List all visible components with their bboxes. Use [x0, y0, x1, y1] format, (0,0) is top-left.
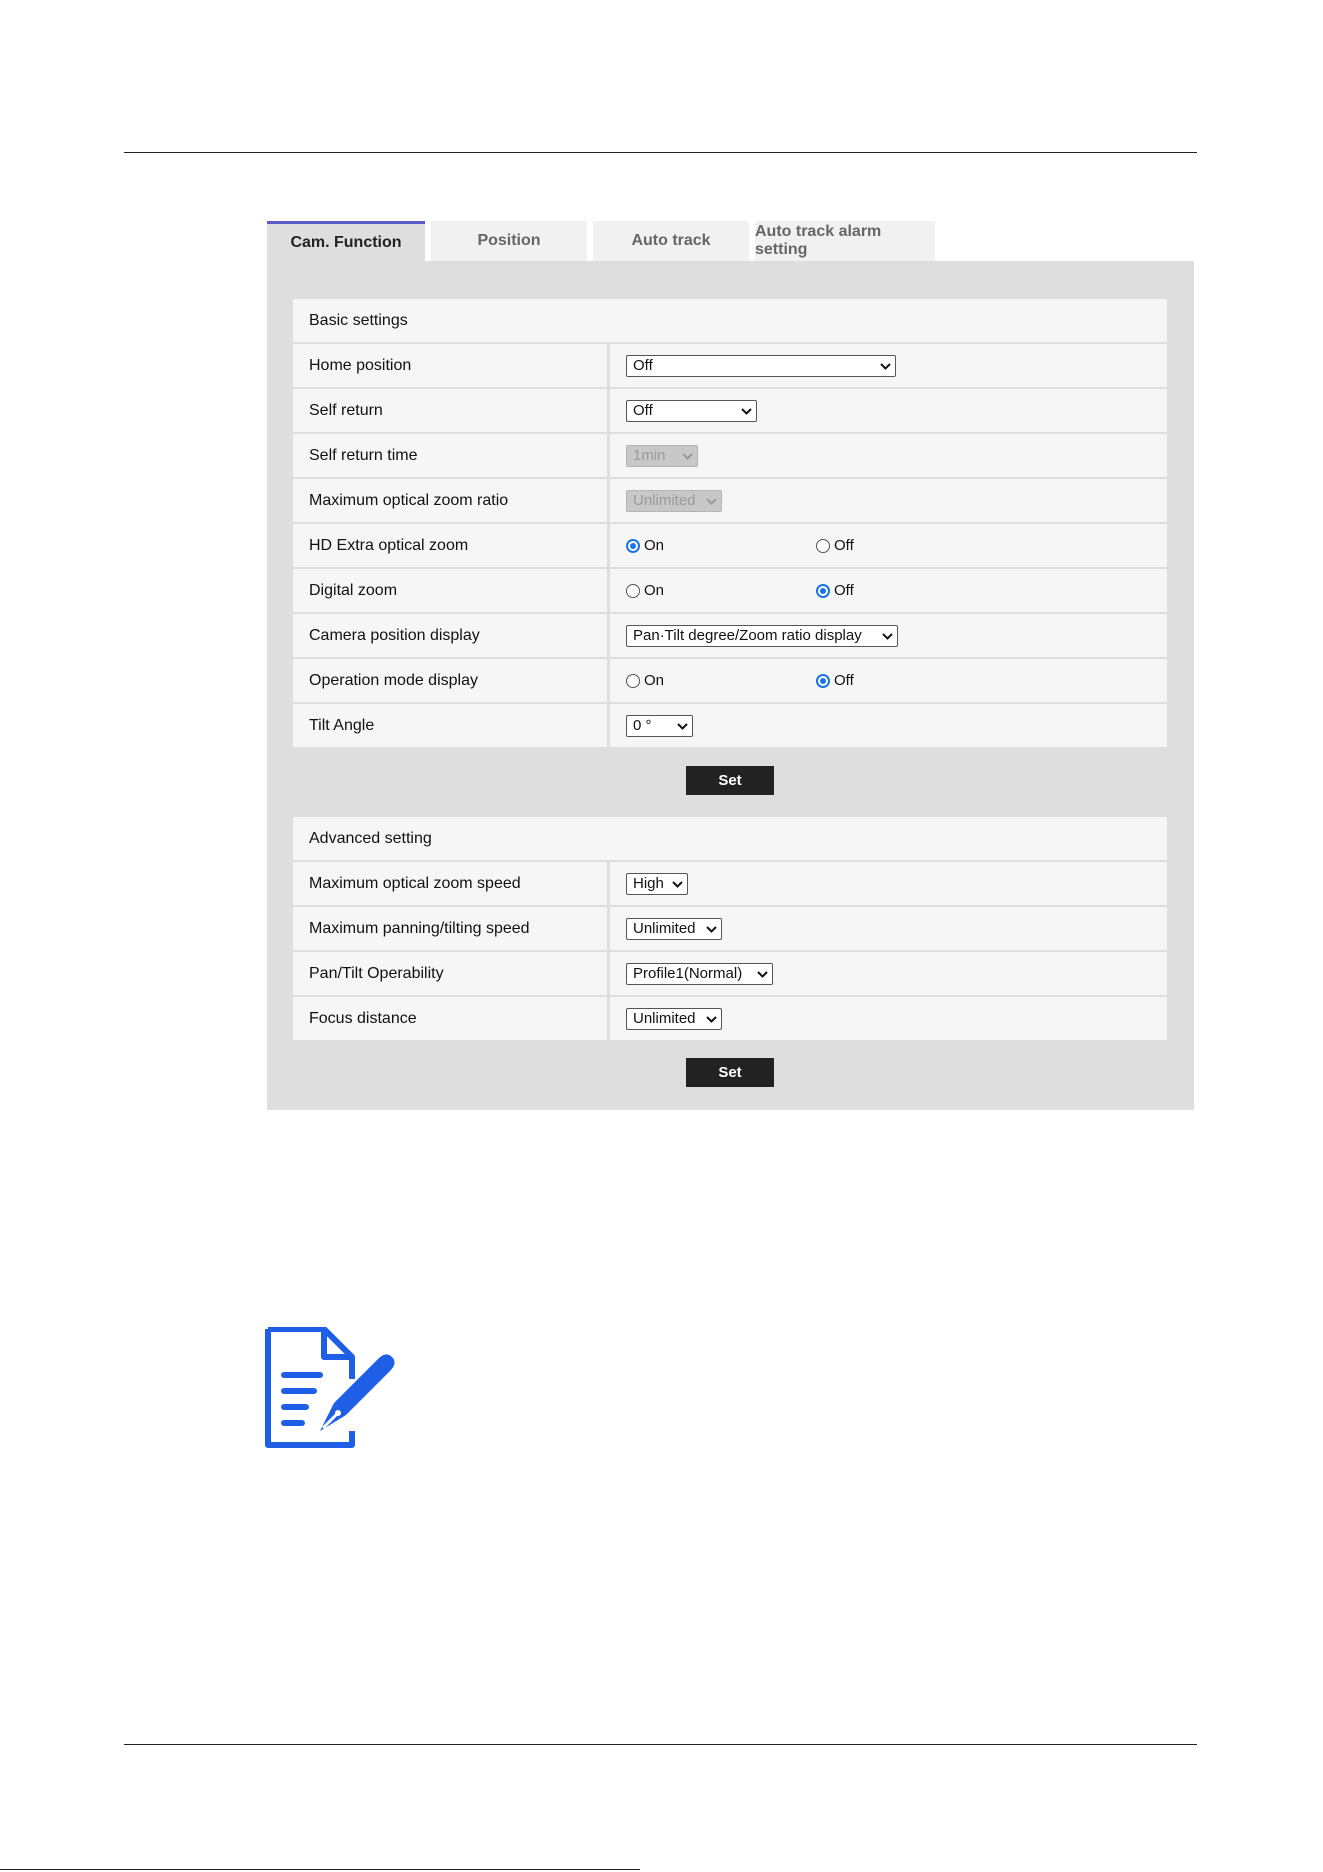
- row-max-optical-zoom-ratio: Maximum optical zoom ratio Unlimited: [293, 479, 1167, 522]
- chevron-down-icon: [757, 970, 768, 978]
- self-return-select[interactable]: Off: [626, 399, 757, 422]
- operation-mode-display-label: Operation mode display: [293, 659, 607, 702]
- row-camera-position-display: Camera position display Pan·Tilt degree/…: [293, 614, 1167, 657]
- tab-auto-track-alarm-setting[interactable]: Auto track alarm setting: [755, 221, 935, 261]
- row-pan-tilt-operability: Pan/Tilt Operability Profile1(Normal): [293, 952, 1167, 995]
- radio-button-selected[interactable]: [816, 583, 830, 598]
- settings-panel: Basic settings Home position Off Self re…: [267, 261, 1194, 1110]
- footer-rule: [124, 1744, 1197, 1745]
- section-header-advanced: Advanced setting: [293, 817, 1167, 860]
- row-max-pan-tilt-speed: Maximum panning/tilting speed Unlimited: [293, 907, 1167, 950]
- camera-position-display-select[interactable]: Pan·Tilt degree/Zoom ratio display: [626, 624, 898, 647]
- row-max-optical-zoom-speed: Maximum optical zoom speed High: [293, 862, 1167, 905]
- section-header-basic: Basic settings: [293, 299, 1167, 342]
- self-return-time-select[interactable]: 1min: [626, 444, 698, 467]
- self-return-label: Self return: [293, 389, 607, 432]
- chevron-down-icon: [880, 362, 891, 370]
- radio-button-selected[interactable]: [816, 673, 830, 688]
- digital-zoom-label: Digital zoom: [293, 569, 607, 612]
- advanced-set-button[interactable]: Set: [686, 1058, 774, 1087]
- max-optical-zoom-speed-select[interactable]: High: [626, 872, 688, 895]
- operation-mode-display-radio-group: On Off: [626, 672, 854, 689]
- chevron-down-icon: [706, 497, 717, 505]
- chevron-down-icon: [706, 925, 717, 933]
- chevron-down-icon: [682, 452, 693, 460]
- chevron-down-icon: [672, 880, 683, 888]
- hd-extra-optical-zoom-radio-group: On Off: [626, 537, 854, 554]
- radio-button[interactable]: [626, 673, 640, 688]
- pan-tilt-operability-label: Pan/Tilt Operability: [293, 952, 607, 995]
- max-optical-zoom-ratio-label: Maximum optical zoom ratio: [293, 479, 607, 522]
- tilt-angle-select[interactable]: 0 °: [626, 714, 693, 737]
- chevron-down-icon: [882, 632, 893, 640]
- max-optical-zoom-speed-label: Maximum optical zoom speed: [293, 862, 607, 905]
- focus-distance-label: Focus distance: [293, 997, 607, 1040]
- row-digital-zoom: Digital zoom On Off: [293, 569, 1167, 612]
- advanced-settings-table: Advanced setting Maximum optical zoom sp…: [293, 817, 1167, 1042]
- digital-zoom-on-option[interactable]: On: [626, 582, 816, 599]
- operation-mode-display-on-option[interactable]: On: [626, 672, 816, 689]
- operation-mode-display-off-option[interactable]: Off: [816, 672, 854, 689]
- pan-tilt-operability-select[interactable]: Profile1(Normal): [626, 962, 773, 985]
- row-hd-extra-optical-zoom: HD Extra optical zoom On Off: [293, 524, 1167, 567]
- chevron-down-icon: [677, 722, 688, 730]
- radio-button-selected[interactable]: [626, 538, 640, 553]
- footnote-rule: [0, 1869, 640, 1870]
- row-operation-mode-display: Operation mode display On Off: [293, 659, 1167, 702]
- tilt-angle-label: Tilt Angle: [293, 704, 607, 747]
- header-rule: [124, 152, 1197, 153]
- chevron-down-icon: [741, 407, 752, 415]
- tab-cam-function[interactable]: Cam. Function: [267, 221, 425, 261]
- max-optical-zoom-ratio-select[interactable]: Unlimited: [626, 489, 722, 512]
- camera-position-display-label: Camera position display: [293, 614, 607, 657]
- radio-button[interactable]: [626, 583, 640, 598]
- row-self-return-time: Self return time 1min: [293, 434, 1167, 477]
- basic-set-button[interactable]: Set: [686, 766, 774, 795]
- self-return-time-label: Self return time: [293, 434, 607, 477]
- tab-auto-track[interactable]: Auto track: [593, 221, 749, 261]
- home-position-select[interactable]: Off: [626, 354, 896, 377]
- note-edit-icon: [265, 1327, 395, 1448]
- chevron-down-icon: [706, 1015, 717, 1023]
- digital-zoom-radio-group: On Off: [626, 582, 854, 599]
- radio-button[interactable]: [816, 538, 830, 553]
- tab-bar: Cam. Function Position Auto track Auto t…: [267, 221, 935, 261]
- row-focus-distance: Focus distance Unlimited: [293, 997, 1167, 1040]
- home-position-label: Home position: [293, 344, 607, 387]
- max-pan-tilt-speed-select[interactable]: Unlimited: [626, 917, 722, 940]
- hd-extra-optical-zoom-on-option[interactable]: On: [626, 537, 816, 554]
- hd-extra-optical-zoom-label: HD Extra optical zoom: [293, 524, 607, 567]
- tab-position[interactable]: Position: [431, 221, 587, 261]
- row-tilt-angle: Tilt Angle 0 °: [293, 704, 1167, 747]
- digital-zoom-off-option[interactable]: Off: [816, 582, 854, 599]
- max-pan-tilt-speed-label: Maximum panning/tilting speed: [293, 907, 607, 950]
- row-home-position: Home position Off: [293, 344, 1167, 387]
- row-self-return: Self return Off: [293, 389, 1167, 432]
- hd-extra-optical-zoom-off-option[interactable]: Off: [816, 537, 854, 554]
- basic-settings-table: Basic settings Home position Off Self re…: [293, 299, 1167, 749]
- focus-distance-select[interactable]: Unlimited: [626, 1007, 722, 1030]
